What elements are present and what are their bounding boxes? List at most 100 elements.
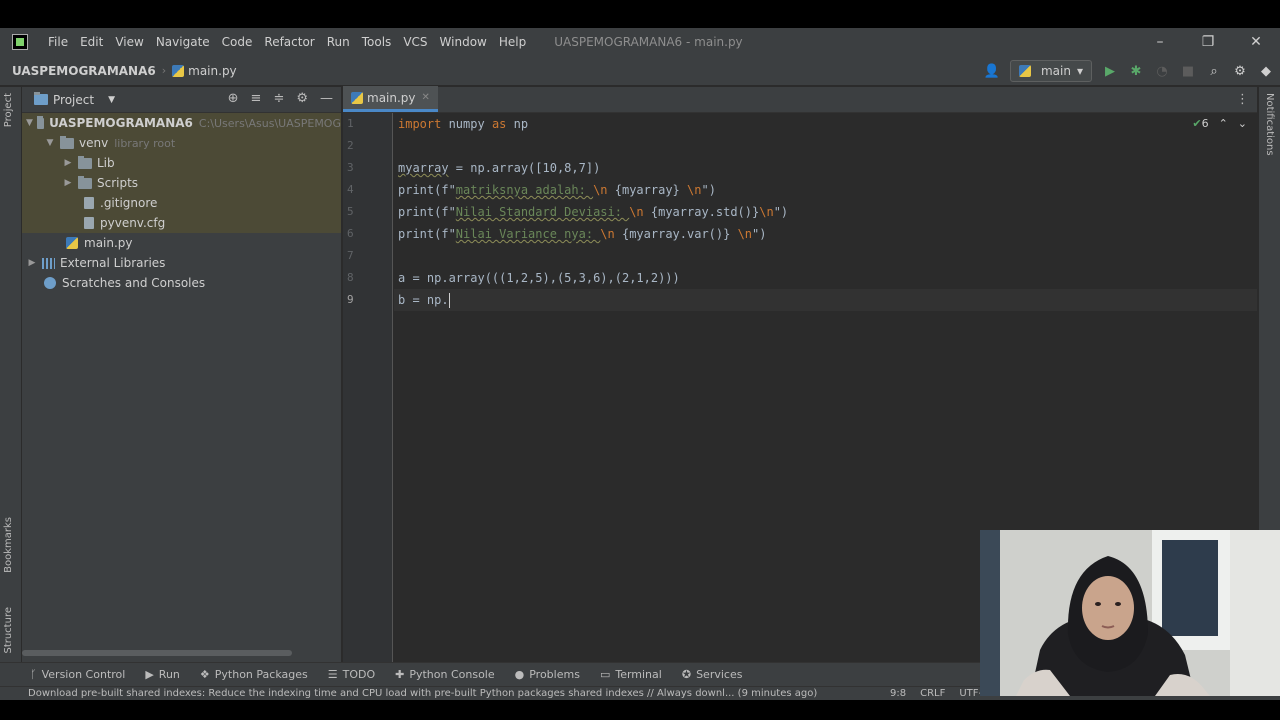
code-token: Nilai Standard Deviasi: (455, 205, 630, 219)
minimize-button[interactable]: – (1136, 28, 1184, 56)
code-line-5[interactable]: print(f"Nilai Standard Deviasi: \n {myar… (394, 201, 1257, 223)
close-icon[interactable]: ✕ (422, 92, 430, 103)
todo-button[interactable]: ☰ TODO (328, 668, 375, 681)
gear-icon[interactable]: ⚙ (1232, 63, 1248, 79)
tree-item-lib[interactable]: ▶ Lib (22, 153, 341, 173)
tree-item-scratches[interactable]: Scratches and Consoles (22, 273, 341, 293)
tree-item-external-libraries[interactable]: ▶ External Libraries (22, 253, 341, 273)
line-number: 4 (347, 183, 354, 196)
menu-window[interactable]: Window (434, 35, 493, 49)
line-separator[interactable]: CRLF (920, 688, 945, 699)
jetbrains-logo-icon[interactable]: ◆ (1258, 63, 1274, 79)
code-token: \n (687, 183, 702, 197)
breadcrumb-file[interactable]: main.py (172, 64, 237, 78)
code-line-4[interactable]: print(f"matriksnya adalah: \n {myarray} … (394, 179, 1257, 201)
menu-vcs[interactable]: VCS (397, 35, 433, 49)
horizontal-scrollbar[interactable] (22, 650, 292, 656)
tree-item-pyvenv[interactable]: pyvenv.cfg (22, 213, 341, 233)
python-console-button[interactable]: ✚ Python Console (395, 668, 495, 681)
locate-icon[interactable]: ⊕ (228, 91, 239, 106)
menu-tools[interactable]: Tools (356, 35, 398, 49)
menu-code[interactable]: Code (216, 35, 259, 49)
code-token: {myarray} (607, 183, 688, 197)
chevron-right-icon[interactable]: ▶ (62, 178, 74, 188)
stop-icon[interactable]: ■ (1180, 63, 1196, 79)
menu-edit[interactable]: Edit (74, 35, 109, 49)
python-packages-button[interactable]: ❖ Python Packages (200, 668, 308, 681)
menu-refactor[interactable]: Refactor (258, 35, 320, 49)
project-panel-header: Project ▼ ⊕ ≡ ≑ ⚙ — (22, 87, 341, 113)
chevron-down-icon[interactable]: ▼ (44, 138, 56, 148)
line-number: 5 (347, 205, 354, 218)
inspection-count[interactable]: ✔6 (1192, 117, 1208, 130)
expand-all-icon[interactable]: ≡ (251, 91, 262, 106)
run-icon[interactable]: ▶ (1102, 63, 1118, 79)
terminal-icon: ▭ (599, 668, 611, 681)
coverage-icon[interactable]: ◔ (1154, 63, 1170, 79)
search-icon[interactable]: ⌕ (1206, 63, 1222, 79)
breadcrumb-separator-icon: › (161, 64, 167, 77)
tree-item-gitignore[interactable]: .gitignore (22, 193, 341, 213)
code-line-2[interactable] (394, 135, 1257, 157)
tree-item-main[interactable]: main.py (22, 233, 341, 253)
window-controls: – ❐ ✕ (1136, 28, 1280, 56)
code-token: ") (752, 227, 767, 241)
restore-button[interactable]: ❐ (1184, 28, 1232, 56)
problems-button[interactable]: ● Problems (515, 668, 580, 681)
code-token: \n (737, 227, 753, 241)
chevron-right-icon[interactable]: ▶ (62, 158, 74, 168)
more-options-icon[interactable]: ⋮ (1236, 92, 1249, 107)
user-icon[interactable]: 👤 (984, 63, 1000, 79)
project-panel-title[interactable]: Project (53, 93, 94, 107)
webcam-overlay (980, 530, 1280, 696)
code-line-1[interactable]: import numpy as np (394, 113, 1257, 135)
code-line-9[interactable]: b = np. (394, 289, 1257, 311)
close-window-button[interactable]: ✕ (1232, 28, 1280, 56)
tree-item-venv[interactable]: ▼ venv library root (22, 133, 341, 153)
toolbar-right: 👤 main ▾ ▶ ✱ ◔ ■ ⌕ ⚙ ◆ (984, 56, 1274, 86)
menu-run[interactable]: Run (321, 35, 356, 49)
chevron-up-icon[interactable]: ⌃ (1219, 117, 1228, 130)
gear-icon[interactable]: ⚙ (296, 91, 308, 106)
tree-root-label: UASPEMOGRAMANA6 (49, 116, 193, 130)
menu-view[interactable]: View (109, 35, 149, 49)
problems-icon: ● (514, 668, 525, 681)
terminal-button[interactable]: ▭ Terminal (600, 668, 662, 681)
notifications-tool-label[interactable]: Notifications (1264, 93, 1275, 156)
branch-icon: ᚴ (30, 668, 37, 681)
python-config-icon (1018, 65, 1031, 77)
hide-icon[interactable]: — (320, 91, 333, 106)
caret-position[interactable]: 9:8 (890, 688, 906, 699)
structure-tool-label[interactable]: Structure (3, 607, 14, 654)
project-tool-label[interactable]: Project (3, 93, 14, 127)
menu-navigate[interactable]: Navigate (150, 35, 216, 49)
inspection-widget[interactable]: ✔6 ⌃ ⌄ (1192, 117, 1247, 130)
menu-file[interactable]: File (42, 35, 74, 49)
code-token: np (506, 117, 529, 131)
breadcrumb-project[interactable]: UASPEMOGRAMANA6 (12, 64, 156, 78)
debug-icon[interactable]: ✱ (1128, 63, 1144, 79)
run-tool-button[interactable]: ▶ Run (145, 668, 180, 681)
line-number-gutter: 1 2 3 4 5 6 7 8 9 (343, 113, 393, 662)
bookmarks-tool-label[interactable]: Bookmarks (3, 517, 14, 573)
version-control-button[interactable]: ᚴ Version Control (30, 668, 125, 681)
menu-help[interactable]: Help (493, 35, 532, 49)
code-line-6[interactable]: print(f"Nilai Variance nya: \n {myarray.… (394, 223, 1257, 245)
collapse-all-icon[interactable]: ≑ (273, 91, 284, 106)
status-message[interactable]: Download pre-built shared indexes: Reduc… (28, 688, 817, 699)
code-line-3[interactable]: myarray = np.array([10,8,7]) (394, 157, 1257, 179)
run-config-select[interactable]: main ▾ (1009, 60, 1092, 82)
chevron-down-icon[interactable]: ▼ (108, 95, 115, 105)
file-encoding[interactable]: UTF- (959, 688, 982, 699)
tree-item-scripts[interactable]: ▶ Scripts (22, 173, 341, 193)
chevron-down-icon[interactable]: ▼ (26, 118, 33, 128)
chevron-down-icon[interactable]: ⌄ (1238, 117, 1247, 130)
code-line-8[interactable]: a = np.array(((1,2,5),(5,3,6),(2,1,2))) (394, 267, 1257, 289)
code-line-7[interactable] (394, 245, 1257, 267)
services-button[interactable]: ✪ Services (682, 668, 743, 681)
chevron-right-icon[interactable]: ▶ (26, 258, 38, 268)
console-icon: ✚ (395, 668, 405, 681)
tree-item-root[interactable]: ▼ UASPEMOGRAMANA6 C:\Users\Asus\UASPEMOG (22, 113, 341, 133)
webcam-presenter-image (980, 530, 1280, 696)
tab-main-py[interactable]: main.py ✕ (343, 86, 438, 112)
